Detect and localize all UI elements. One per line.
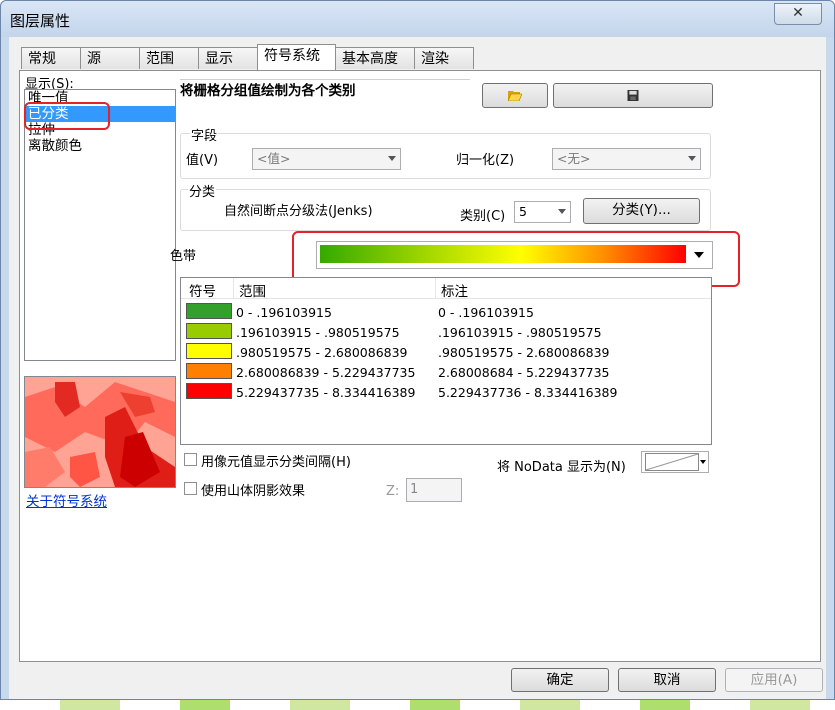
chevron-down-icon [700, 460, 706, 464]
class-table: 符号 范围 标注 0 - .196103915 0 - .196103915 .… [180, 277, 712, 445]
tab-rendering[interactable]: 渲染 [414, 47, 474, 69]
close-button[interactable]: ✕ [774, 3, 822, 25]
layer-properties-dialog: 图层属性 ✕ 常规 源 范围 显示 符号系统 基本高度 渲染 显示(S): 唯一… [0, 0, 835, 700]
renderer-discrete-color[interactable]: 离散颜色 [25, 138, 175, 154]
class-symbol-swatch[interactable] [186, 363, 232, 379]
normalization-label: 归一化(Z) [456, 153, 515, 168]
hillshade-label: 使用山体阴影效果 [201, 484, 306, 499]
symbology-right-pane: 将栅格分组值绘制为各个类别 字段 值(V) <值> 归一化(Z) <无> 分类 … [170, 71, 820, 661]
classification-method: 自然间断点分级法(Jenks) [224, 204, 373, 219]
classify-button[interactable]: 分类(Y)... [583, 198, 700, 224]
table-row[interactable]: 5.229437735 - 8.334416389 5.229437736 - … [181, 382, 711, 402]
apply-button[interactable]: 应用(A) [725, 668, 823, 692]
window-title: 图层属性 [10, 12, 71, 30]
classes-count-value: 5 [519, 204, 527, 219]
classes-label: 类别(C) [460, 209, 506, 224]
class-label: .196103915 - .980519575 [438, 325, 602, 340]
field-group-label: 字段 [190, 125, 219, 144]
z-factor-input[interactable]: 1 [406, 478, 462, 502]
class-range: .196103915 - .980519575 [236, 325, 400, 340]
tab-display[interactable]: 显示 [198, 47, 258, 69]
nodata-label: 将 NoData 显示为(N) [497, 460, 626, 475]
class-label: 2.68008684 - 5.229437735 [438, 365, 610, 380]
symbology-panel: 显示(S): 唯一值 已分类 拉伸 离散颜色 关于符号系统 将栅格分组值绘制为各… [19, 70, 821, 662]
classes-count-select[interactable]: 5 [514, 201, 571, 223]
nodata-color-swatch [645, 453, 699, 471]
show-class-breaks-checkbox[interactable] [184, 453, 197, 466]
tab-base-heights[interactable]: 基本高度 [335, 47, 415, 69]
classification-group-label: 分类 [188, 181, 217, 200]
class-range: 5.229437735 - 8.334416389 [236, 385, 416, 400]
class-label: 0 - .196103915 [438, 305, 534, 320]
chevron-down-icon [688, 156, 696, 161]
z-factor-label: Z: [386, 484, 400, 499]
save-style-button[interactable] [553, 83, 713, 108]
chevron-down-icon [558, 209, 566, 214]
import-button[interactable] [482, 83, 548, 108]
color-ramp-label: 色带 [170, 249, 197, 264]
normalization-select[interactable]: <无> [552, 148, 701, 170]
class-label: .980519575 - 2.680086839 [438, 345, 610, 360]
symbology-preview-image [24, 376, 176, 488]
class-symbol-swatch[interactable] [186, 323, 232, 339]
table-row[interactable]: .980519575 - 2.680086839 .980519575 - 2.… [181, 342, 711, 362]
hillshade-checkbox[interactable] [184, 482, 197, 495]
class-symbol-swatch[interactable] [186, 383, 232, 399]
ok-button[interactable]: 确定 [511, 668, 609, 692]
floppy-save-icon [627, 90, 639, 101]
cancel-button[interactable]: 取消 [618, 668, 716, 692]
tab-source[interactable]: 源 [80, 47, 140, 69]
class-range: 2.680086839 - 5.229437735 [236, 365, 416, 380]
highlight-classified [24, 102, 110, 130]
tab-symbology[interactable]: 符号系统 [257, 44, 336, 70]
table-row[interactable]: .196103915 - .980519575 .196103915 - .98… [181, 322, 711, 342]
chevron-down-icon [388, 156, 396, 161]
value-field-selected: <值> [257, 151, 291, 166]
table-row[interactable]: 2.680086839 - 5.229437735 2.68008684 - 5… [181, 362, 711, 382]
folder-open-icon [508, 91, 522, 101]
header-divider [233, 278, 234, 298]
class-symbol-swatch[interactable] [186, 343, 232, 359]
renderer-heading: 将栅格分组值绘制为各个类别 [180, 83, 356, 99]
show-class-breaks-label: 用像元值显示分类间隔(H) [201, 455, 351, 470]
normalization-selected: <无> [557, 151, 591, 166]
dialog-client: 常规 源 范围 显示 符号系统 基本高度 渲染 显示(S): 唯一值 已分类 拉… [9, 37, 826, 699]
value-field-select[interactable]: <值> [252, 148, 401, 170]
class-range: 0 - .196103915 [236, 305, 332, 320]
header-range[interactable]: 范围 [239, 280, 266, 300]
nodata-color-select[interactable] [641, 451, 709, 473]
about-symbology-link[interactable]: 关于符号系统 [26, 490, 107, 510]
class-range: .980519575 - 2.680086839 [236, 345, 408, 360]
header-symbol[interactable]: 符号 [189, 280, 216, 300]
tab-extent[interactable]: 范围 [139, 47, 199, 69]
header-label[interactable]: 标注 [441, 280, 468, 300]
class-label: 5.229437736 - 8.334416389 [438, 385, 618, 400]
title-bar: 图层属性 ✕ [1, 1, 834, 37]
header-divider [435, 278, 436, 298]
tab-general[interactable]: 常规 [21, 47, 81, 69]
table-row[interactable]: 0 - .196103915 0 - .196103915 [181, 302, 711, 322]
class-table-header: 符号 范围 标注 [181, 278, 711, 300]
class-symbol-swatch[interactable] [186, 303, 232, 319]
value-label: 值(V) [186, 153, 219, 168]
